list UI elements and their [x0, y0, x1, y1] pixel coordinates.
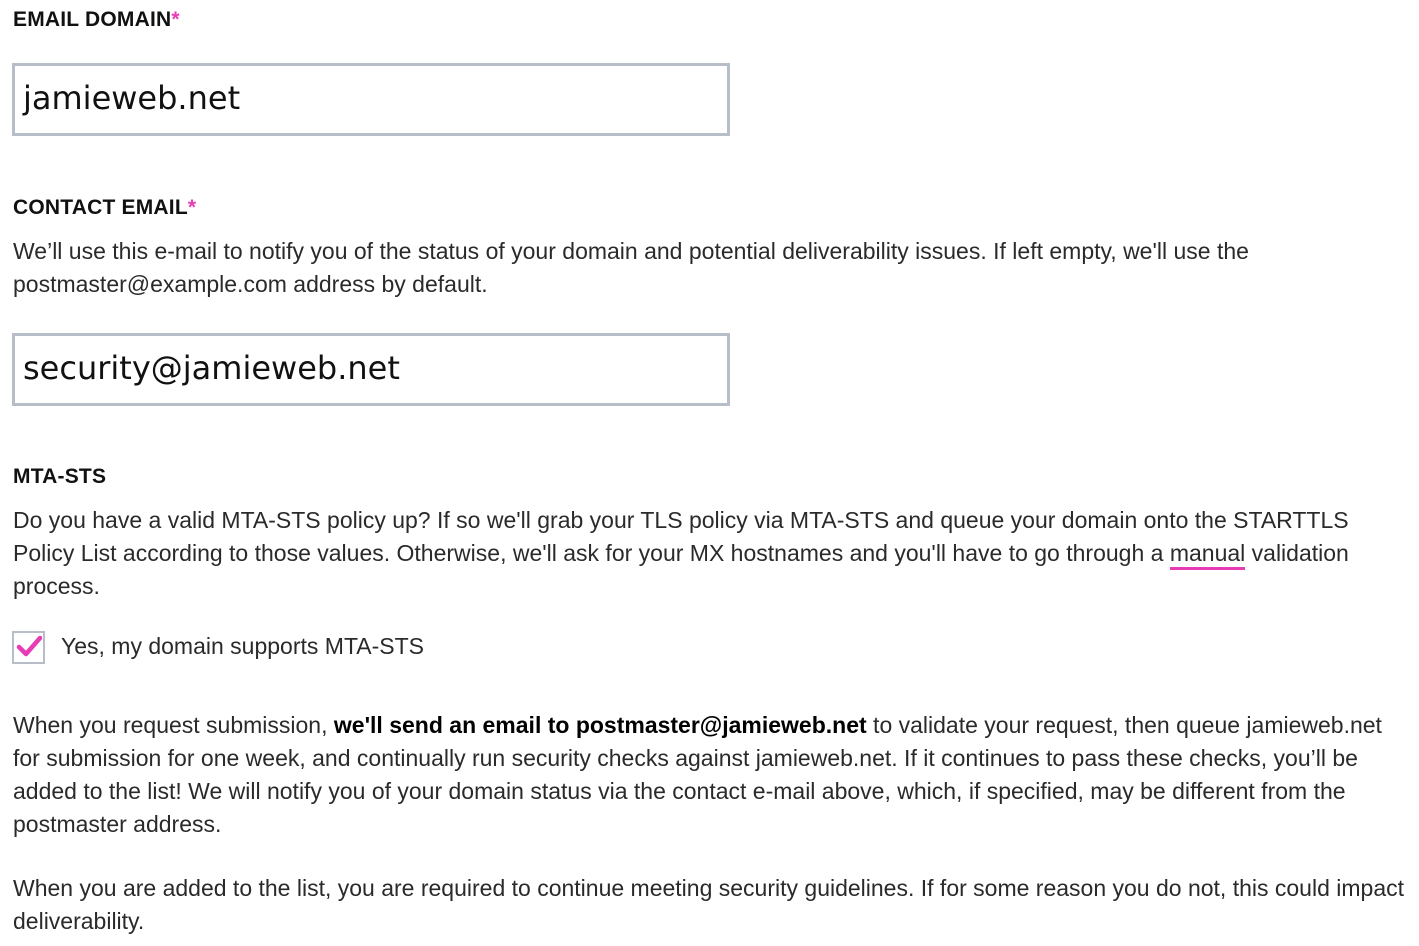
submission-info-bold: we'll send an email to postmaster@jamiew… [333, 712, 867, 738]
email-domain-value: jamieweb.net [23, 79, 241, 117]
required-marker: * [171, 8, 180, 31]
required-marker: * [187, 196, 197, 219]
email-domain-label-text: EMAIL DOMAIN [13, 8, 172, 31]
contact-email-description: We’ll use this e-mail to notify you of t… [13, 238, 1249, 297]
guidelines-info: When you are added to the list, you are … [13, 875, 1405, 934]
checkmark-icon [16, 635, 42, 657]
mta-sts-description-text: Do you have a valid MTA-STS policy up? I… [13, 507, 1349, 566]
email-domain-label: EMAIL DOMAIN* [13, 8, 180, 32]
contact-email-value: security@jamieweb.net [23, 349, 400, 387]
mta-sts-checkbox-label[interactable]: Yes, my domain supports MTA-STS [61, 633, 424, 660]
contact-email-label: CONTACT EMAIL* [13, 196, 196, 220]
manual-link[interactable]: manual [1169, 540, 1246, 570]
contact-email-input[interactable]: security@jamieweb.net [12, 333, 730, 406]
mta-sts-label: MTA-STS [13, 465, 106, 489]
email-domain-input[interactable]: jamieweb.net [12, 63, 730, 136]
submission-info-part1: When you request submission, [13, 712, 334, 738]
mta-sts-label-text: MTA-STS [13, 465, 107, 488]
contact-email-label-text: CONTACT EMAIL [13, 196, 188, 219]
mta-sts-checkbox[interactable] [12, 631, 45, 664]
submission-info: When you request submission, we'll send … [13, 709, 1413, 841]
mta-sts-description: Do you have a valid MTA-STS policy up? I… [13, 504, 1413, 603]
